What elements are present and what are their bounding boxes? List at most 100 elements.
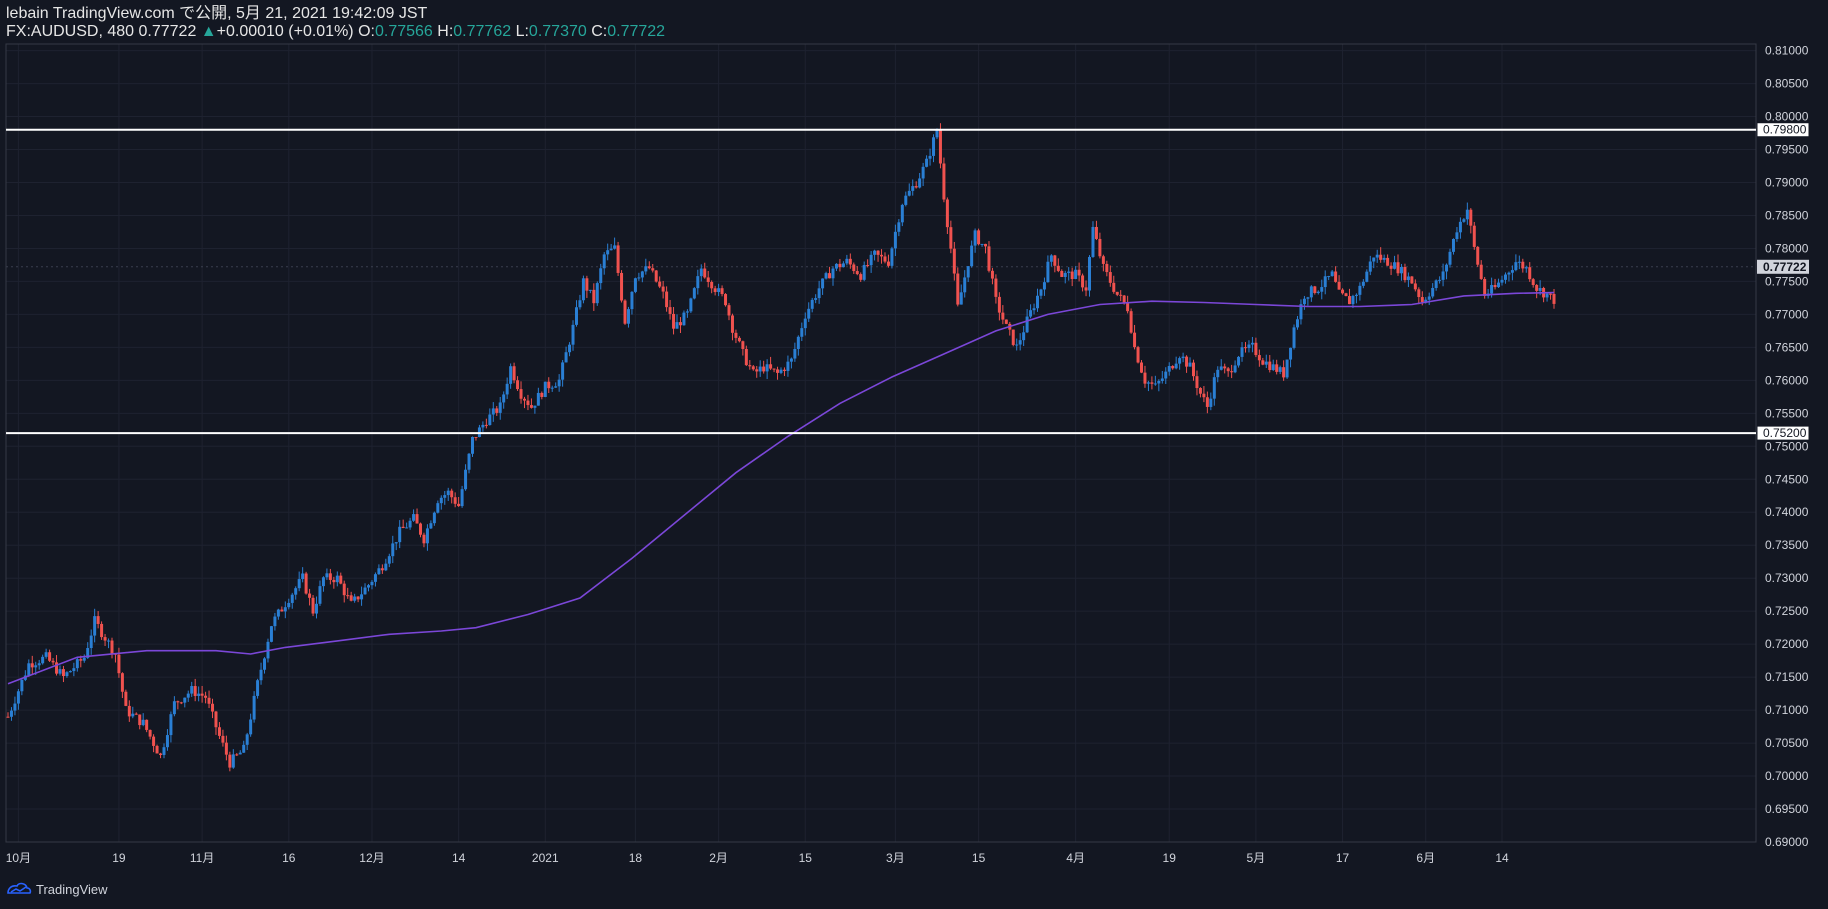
candle-down	[1469, 209, 1473, 226]
candle-down	[148, 729, 152, 737]
candle-down	[159, 753, 163, 755]
candle-up	[550, 387, 554, 389]
candle-up	[1517, 261, 1521, 263]
x-tick-label: 19	[112, 851, 126, 865]
candle-up	[640, 271, 644, 278]
candle-up	[1306, 297, 1310, 299]
candle-up	[276, 609, 280, 617]
x-tick-label: 2021	[532, 851, 559, 865]
candle-down	[866, 265, 870, 267]
candle-up	[1462, 219, 1466, 222]
candle-down	[776, 369, 780, 373]
candle-up	[1049, 255, 1053, 262]
candle-down	[380, 568, 384, 571]
candle-up	[699, 268, 703, 277]
candle-down	[741, 341, 745, 349]
candle-up	[682, 312, 686, 326]
candle-down	[145, 719, 149, 730]
candle-up	[1330, 271, 1334, 277]
candle-down	[886, 261, 890, 266]
candle-up	[1358, 285, 1362, 295]
candle-down	[678, 322, 682, 326]
y-tick-label: 0.73500	[1765, 538, 1809, 552]
candle-up	[841, 263, 845, 268]
candle-up	[65, 672, 69, 677]
candle-down	[547, 381, 551, 389]
candle-down	[623, 300, 627, 324]
y-tick-label: 0.72500	[1765, 604, 1809, 618]
candle-up	[959, 292, 963, 305]
candle-up	[1507, 272, 1511, 275]
candle-up	[1285, 359, 1289, 378]
candle-up	[1022, 332, 1026, 341]
candle-down	[952, 248, 956, 274]
price-chart[interactable]: 0.81000 0.80500 0.80000 0.79500 0.79000 0.785…	[0, 0, 1828, 909]
candle-down	[235, 754, 239, 756]
last-price-tag-label: 0.77722	[1763, 260, 1807, 274]
symbol-ohlc-line: FX:AUDUSD, 480 0.77722 ▲+0.00010 (+0.01%…	[6, 23, 665, 41]
candle-down	[876, 250, 880, 255]
candle-up	[810, 299, 814, 309]
candle-up	[37, 663, 41, 666]
y-tick-label: 0.69000	[1765, 835, 1809, 849]
candle-down	[228, 754, 232, 768]
candle-up	[509, 366, 513, 384]
y-tick-label: 0.70000	[1765, 769, 1809, 783]
footer-brand[interactable]: TradingView	[6, 881, 108, 897]
candle-down	[1150, 382, 1154, 384]
candle-down	[308, 593, 312, 598]
candle-down	[1403, 266, 1407, 281]
candle-up	[1503, 274, 1507, 280]
candle-up	[1289, 347, 1293, 360]
candle-up	[439, 497, 443, 504]
candle-down	[668, 307, 672, 314]
candle-up	[297, 579, 301, 589]
candle-up	[408, 520, 412, 528]
price-axis[interactable]: 0.81000 0.80500 0.80000 0.79500 0.79000 0.785…	[1756, 44, 1810, 849]
candle-up	[935, 130, 939, 138]
candle-up	[460, 489, 464, 507]
candle-up	[966, 266, 970, 278]
candle-down	[522, 398, 526, 401]
y-tick-label: 0.71500	[1765, 670, 1809, 684]
candle-down	[1282, 367, 1286, 378]
candle-up	[606, 250, 610, 255]
x-tick-label: 6月	[1416, 851, 1435, 865]
candle-down	[512, 366, 516, 381]
candle-up	[1455, 232, 1459, 239]
candle-up	[412, 514, 416, 521]
candle-down	[706, 277, 710, 282]
candle-up	[1039, 289, 1043, 296]
candle-down	[1198, 387, 1202, 394]
candle-up	[1164, 371, 1168, 379]
candle-down	[703, 268, 707, 278]
symbol-label: FX:AUDUSD, 480	[6, 23, 135, 40]
candle-down	[654, 270, 658, 282]
candle-up	[1042, 282, 1046, 290]
candle-up	[301, 573, 305, 580]
chart-header: lebain TradingView.com で公開, 5月 21, 2021 …	[6, 5, 665, 41]
candle-down	[1472, 225, 1476, 247]
time-axis[interactable]: 10月 19 11月 16 12月 14 2021 18 2月 15 3月 15 4月 19 5月 17 6月 1…	[6, 851, 1509, 865]
candle-down	[1143, 372, 1147, 384]
candle-down	[1528, 267, 1532, 280]
candle-down	[665, 291, 669, 308]
candle-up	[1406, 276, 1410, 281]
x-tick-label: 4月	[1066, 851, 1085, 865]
candle-up	[373, 574, 377, 582]
candle-down	[221, 735, 225, 743]
candle-down	[415, 514, 419, 524]
candle-up	[717, 288, 721, 293]
candle-down	[762, 366, 766, 372]
candle-down	[217, 727, 221, 736]
candle-down	[1535, 285, 1539, 291]
candle-down	[852, 264, 856, 272]
candle-down	[176, 701, 180, 703]
candle-up	[1178, 358, 1182, 364]
candle-up	[1497, 282, 1501, 288]
candle-down	[1126, 302, 1130, 312]
candle-down	[30, 663, 34, 668]
candle-down	[1060, 270, 1064, 277]
candle-up	[27, 663, 31, 676]
candle-down	[120, 673, 124, 692]
